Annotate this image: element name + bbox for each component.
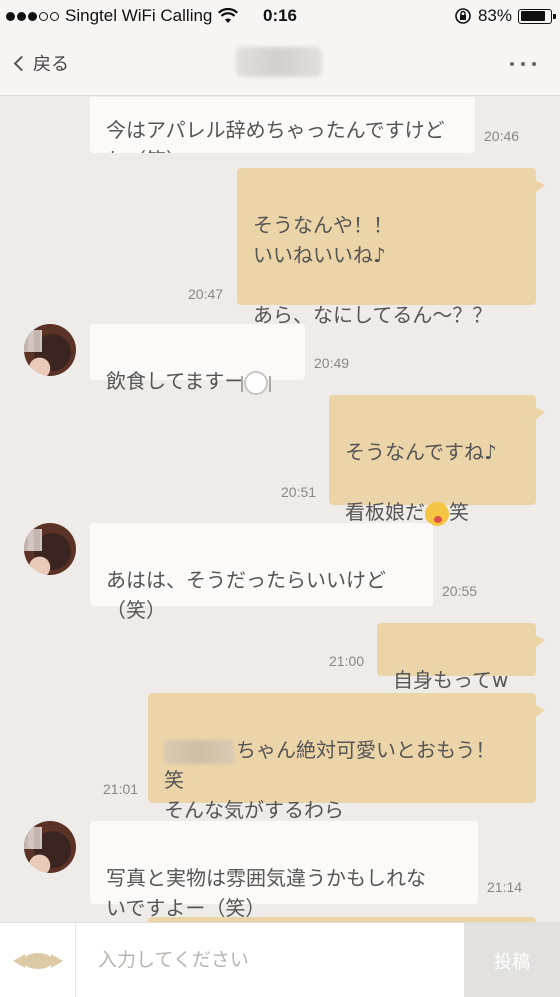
message-text: 飲食してますー — [106, 369, 245, 393]
avatar-mosaic — [24, 529, 42, 551]
message-text: あはは、そうだったらいいけど （笑） — [106, 568, 386, 622]
chat-partner-name-blurred — [236, 47, 322, 77]
message-bubble-outgoing: そうなんや！！ いいねいいね♪ あら、なにしてるん〜？？ — [237, 168, 545, 327]
message-continued-text: 笑 そんな気がするわら — [164, 768, 344, 822]
message-text: 自身もってw — [393, 668, 509, 692]
blurred-name — [164, 739, 234, 764]
message-text: 写真と実物は雰囲気違うかもしれな いですよー（笑） — [106, 866, 426, 920]
message-bubble-outgoing: ちゃん絶対可愛いとおもう！ 笑 そんな気がするわら — [148, 693, 545, 822]
message-bubble-outgoing: そうなんですね♪ 看板娘だ笑 — [329, 395, 545, 526]
rotation-lock-icon — [455, 8, 471, 24]
avatar[interactable] — [24, 324, 76, 376]
avatar-mosaic — [24, 827, 42, 849]
message-text: 今はアパレル辞めちゃったんですけどね（笑） — [106, 118, 445, 153]
yum-face-emoji-icon — [425, 501, 449, 526]
candy-icon — [12, 952, 63, 969]
message-time: 21:14 — [487, 879, 523, 895]
message-time: 20:51 — [281, 484, 317, 500]
message-bubble-incoming: あはは、そうだったらいいけど （笑） — [90, 523, 433, 622]
message-time: 21:00 — [329, 653, 365, 669]
back-button[interactable]: 戻る — [10, 50, 69, 76]
message-suffix: 笑 — [449, 500, 469, 524]
avatar-mosaic — [24, 330, 42, 352]
status-bar: Singtel WiFi Calling 0:16 83% — [0, 0, 560, 32]
message-time: 20:46 — [484, 128, 520, 144]
avatar[interactable] — [24, 523, 76, 575]
chevron-left-icon — [13, 55, 30, 71]
more-icon-dot — [532, 62, 536, 66]
battery-icon — [518, 8, 556, 24]
avatar[interactable] — [24, 821, 76, 873]
more-icon — [510, 62, 514, 66]
message-bubble-incoming: 今はアパレル辞めちゃったんですけどね（笑） — [90, 97, 475, 153]
message-text: そうなんですね♪ 看板娘だ — [345, 440, 497, 524]
more-button[interactable] — [510, 62, 536, 66]
battery-percent: 83% — [477, 6, 512, 25]
nav-bar: 戻る — [0, 32, 560, 96]
message-time: 20:47 — [188, 286, 224, 302]
message-time: 21:01 — [103, 781, 139, 797]
status-right: 83% — [454, 6, 556, 26]
message-text: そうなんや！！ いいねいいね♪ あら、なにしてるん〜？？ — [253, 213, 493, 327]
message-bubble-outgoing: 自身もってw — [377, 623, 545, 692]
plate-emoji-icon — [241, 370, 272, 395]
message-input[interactable] — [98, 943, 448, 977]
sticker-button[interactable] — [0, 923, 76, 997]
input-bar: 投稿 — [0, 922, 560, 997]
back-label: 戻る — [33, 54, 69, 75]
post-button[interactable]: 投稿 — [464, 923, 560, 997]
battery-fill — [520, 11, 545, 21]
more-icon-dot — [521, 62, 525, 66]
message-time: 20:49 — [314, 355, 350, 371]
message-bubble-incoming: 写真と実物は雰囲気違うかもしれな いですよー（笑） — [90, 821, 478, 920]
message-bubble-incoming: 飲食してますー — [90, 324, 305, 395]
chat-thread[interactable]: 今はアパレル辞めちゃったんですけどね（笑） 20:46 そうなんや！！ いいねい… — [0, 97, 560, 922]
message-time: 20:55 — [442, 583, 478, 599]
message-text: ちゃん絶対可愛いとおもう！ — [236, 738, 496, 762]
